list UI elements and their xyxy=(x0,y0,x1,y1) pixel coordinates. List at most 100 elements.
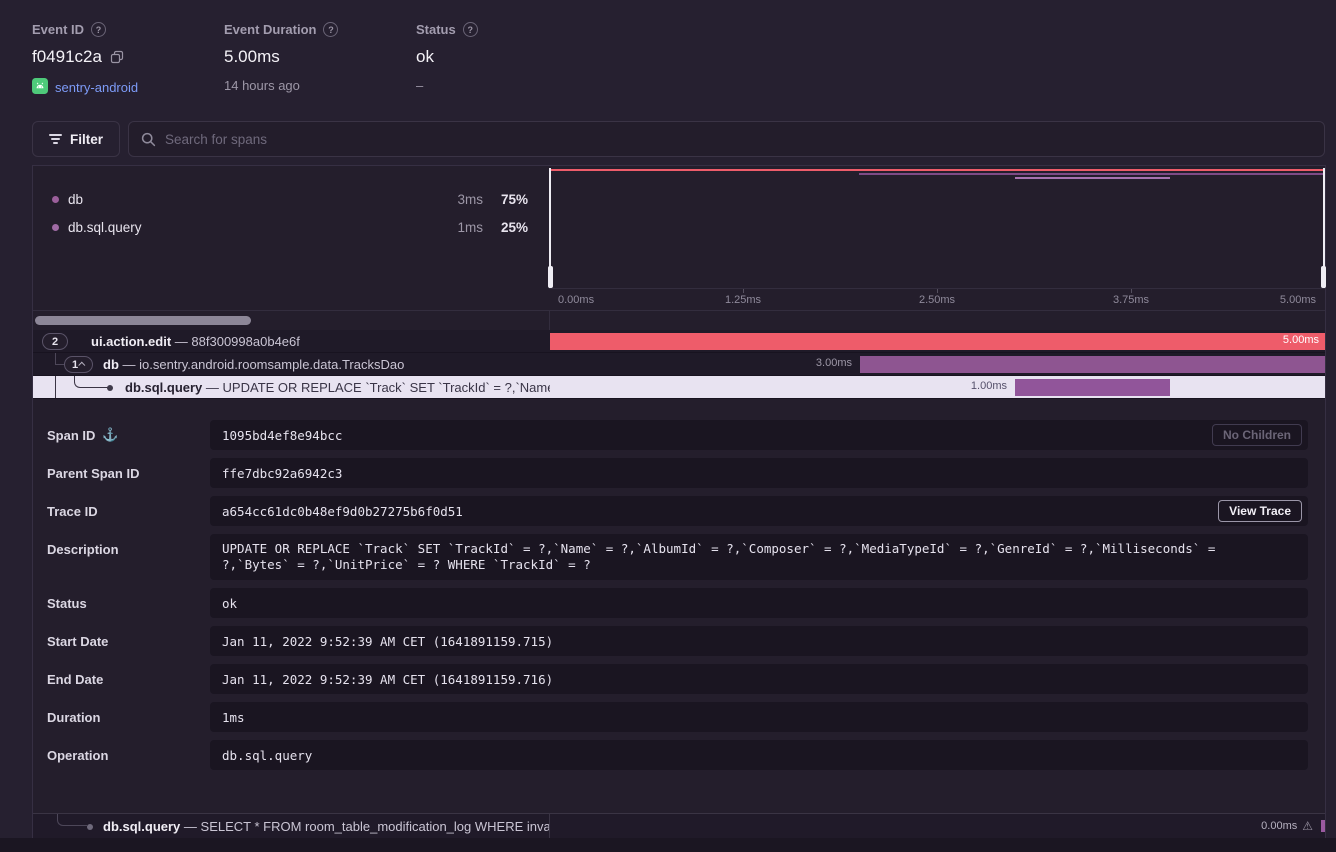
help-icon[interactable]: ? xyxy=(463,22,478,37)
detail-label: End Date xyxy=(47,672,103,687)
span-duration-bar[interactable] xyxy=(860,356,1325,373)
spans-toolbar: Filter xyxy=(32,121,1325,157)
detail-row-parent-span-id: Parent Span ID ffe7dbc92a6942c3 xyxy=(33,458,1325,488)
project-link[interactable]: sentry-android xyxy=(55,80,138,95)
detail-label: Description xyxy=(47,542,119,557)
search-input[interactable] xyxy=(165,132,1312,147)
span-operation: db.sql.query xyxy=(125,380,202,395)
event-id-column: Event ID ? f0491c2a sentry-android xyxy=(32,22,224,97)
axis-tick-label: 3.75ms xyxy=(1113,294,1149,306)
description-value: UPDATE OR REPLACE `Track` SET `TrackId` … xyxy=(210,534,1308,580)
detail-row-end-date: End Date Jan 11, 2022 9:52:39 AM CET (16… xyxy=(33,664,1325,694)
status-sub: – xyxy=(416,78,423,93)
axis-tick-label: 1.25ms xyxy=(725,294,761,306)
span-duration-bar[interactable] xyxy=(1015,379,1170,396)
no-children-button[interactable]: No Children xyxy=(1212,424,1302,446)
tree-connector xyxy=(55,364,64,365)
operation-duration: 1ms xyxy=(437,220,483,235)
span-row-db-sql-query-selected[interactable]: db.sql.query — UPDATE OR REPLACE `Track`… xyxy=(33,376,1325,399)
span-dot xyxy=(107,385,113,391)
detail-label: Trace ID xyxy=(47,504,98,519)
operation-value: db.sql.query xyxy=(210,740,1308,770)
axis-tick-label: 5.00ms xyxy=(1280,294,1316,306)
start-date-value: Jan 11, 2022 9:52:39 AM CET (1641891159.… xyxy=(210,626,1308,656)
operation-name: db.sql.query xyxy=(68,220,437,235)
axis-tick-label: 2.50ms xyxy=(919,294,955,306)
duration-value: 1ms xyxy=(210,702,1308,732)
detail-row-span-id: Span ID ⚓ 1095bd4ef8e94bcc No Children xyxy=(33,420,1325,450)
column-divider xyxy=(549,311,550,330)
event-age: 14 hours ago xyxy=(224,78,300,93)
filter-button[interactable]: Filter xyxy=(32,121,120,157)
time-axis: 0.00ms 1.25ms 2.50ms 3.75ms 5.00ms xyxy=(549,288,1325,310)
trace-overview: db 3ms 75% db.sql.query 1ms 25% 0.00ms 1… xyxy=(33,166,1325,310)
trace-minimap[interactable]: 0.00ms 1.25ms 2.50ms 3.75ms 5.00ms xyxy=(549,166,1325,310)
legend-row-db-sql-query[interactable]: db.sql.query 1ms 25% xyxy=(33,213,549,241)
legend-row-db[interactable]: db 3ms 75% xyxy=(33,185,549,213)
status-value-box: ok xyxy=(210,588,1308,618)
trace-panel: db 3ms 75% db.sql.query 1ms 25% 0.00ms 1… xyxy=(32,165,1326,838)
bottom-strip xyxy=(0,838,1336,852)
minimap-span-line xyxy=(549,169,1325,171)
event-header: Event ID ? f0491c2a sentry-android Event… xyxy=(32,22,478,97)
operation-color-dot xyxy=(52,196,59,203)
detail-row-description: Description UPDATE OR REPLACE `Track` SE… xyxy=(33,534,1325,580)
status-value: ok xyxy=(416,47,434,67)
span-row-select-query[interactable]: db.sql.query — SELECT * FROM room_table_… xyxy=(33,813,1325,838)
span-row-db[interactable]: 1 db — io.sentry.android.roomsample.data… xyxy=(33,353,1325,376)
span-operation: ui.action.edit xyxy=(91,334,171,349)
trace-id-value: a654cc61dc0b48ef9d0b27275b6f0d51 View Tr… xyxy=(210,496,1308,526)
event-duration-label: Event Duration xyxy=(224,22,316,37)
detail-label: Status xyxy=(47,596,87,611)
detail-label: Operation xyxy=(47,748,108,763)
tree-connector xyxy=(57,814,87,826)
detail-label: Span ID xyxy=(47,428,95,443)
detail-row-start-date: Start Date Jan 11, 2022 9:52:39 AM CET (… xyxy=(33,626,1325,656)
span-duration-label: 5.00ms xyxy=(1283,334,1319,346)
children-count-pill[interactable]: 1 xyxy=(64,356,93,373)
operation-name: db xyxy=(68,192,437,207)
parent-span-id-value: ffe7dbc92a6942c3 xyxy=(210,458,1308,488)
tree-connector xyxy=(74,376,110,388)
filter-button-label: Filter xyxy=(70,132,103,147)
horizontal-scrollbar[interactable] xyxy=(35,316,251,325)
span-tree: 2 ui.action.edit — 88f300998a0b4e6f 5.00… xyxy=(33,330,1325,399)
detail-row-trace-id: Trace ID a654cc61dc0b48ef9d0b27275b6f0d5… xyxy=(33,496,1325,526)
event-id-label: Event ID xyxy=(32,22,84,37)
chevron-up-icon xyxy=(78,362,85,369)
span-description: io.sentry.android.roomsample.data.Tracks… xyxy=(139,357,404,372)
span-duration-label: 3.00ms xyxy=(816,357,852,369)
anchor-icon[interactable]: ⚓ xyxy=(102,427,118,443)
span-operation: db.sql.query xyxy=(103,819,180,834)
span-search-box[interactable] xyxy=(128,121,1325,157)
warning-icon: ⚠ xyxy=(1302,819,1313,833)
span-duration-bar[interactable] xyxy=(550,333,1325,350)
android-platform-icon xyxy=(32,78,48,97)
event-duration-column: Event Duration ? 5.00ms 14 hours ago xyxy=(224,22,416,97)
tree-connector xyxy=(55,376,56,398)
help-icon[interactable]: ? xyxy=(323,22,338,37)
view-trace-button[interactable]: View Trace xyxy=(1218,500,1302,522)
end-date-value: Jan 11, 2022 9:52:39 AM CET (1641891159.… xyxy=(210,664,1308,694)
viewport-handle-left[interactable] xyxy=(549,168,551,288)
detail-row-status: Status ok xyxy=(33,588,1325,618)
span-details: Span ID ⚓ 1095bd4ef8e94bcc No Children P… xyxy=(33,399,1325,813)
filter-icon xyxy=(49,134,62,144)
span-row-ui-action-edit[interactable]: 2 ui.action.edit — 88f300998a0b4e6f 5.00… xyxy=(33,330,1325,353)
span-dot xyxy=(87,824,93,830)
detail-label: Duration xyxy=(47,710,100,725)
minimap-span-line xyxy=(859,173,1325,175)
detail-row-operation: Operation db.sql.query xyxy=(33,740,1325,770)
help-icon[interactable]: ? xyxy=(91,22,106,37)
search-icon xyxy=(141,132,156,147)
span-description: 88f300998a0b4e6f xyxy=(191,334,299,349)
detail-label: Start Date xyxy=(47,634,108,649)
status-label: Status xyxy=(416,22,456,37)
viewport-handle-right[interactable] xyxy=(1323,168,1325,288)
event-id-value: f0491c2a xyxy=(32,47,102,67)
minimap-span-line xyxy=(1015,177,1170,179)
operation-percentage: 75% xyxy=(483,192,528,207)
children-count-pill[interactable]: 2 xyxy=(42,333,68,350)
copy-icon[interactable] xyxy=(110,50,124,64)
span-id-value: 1095bd4ef8e94bcc No Children xyxy=(210,420,1308,450)
